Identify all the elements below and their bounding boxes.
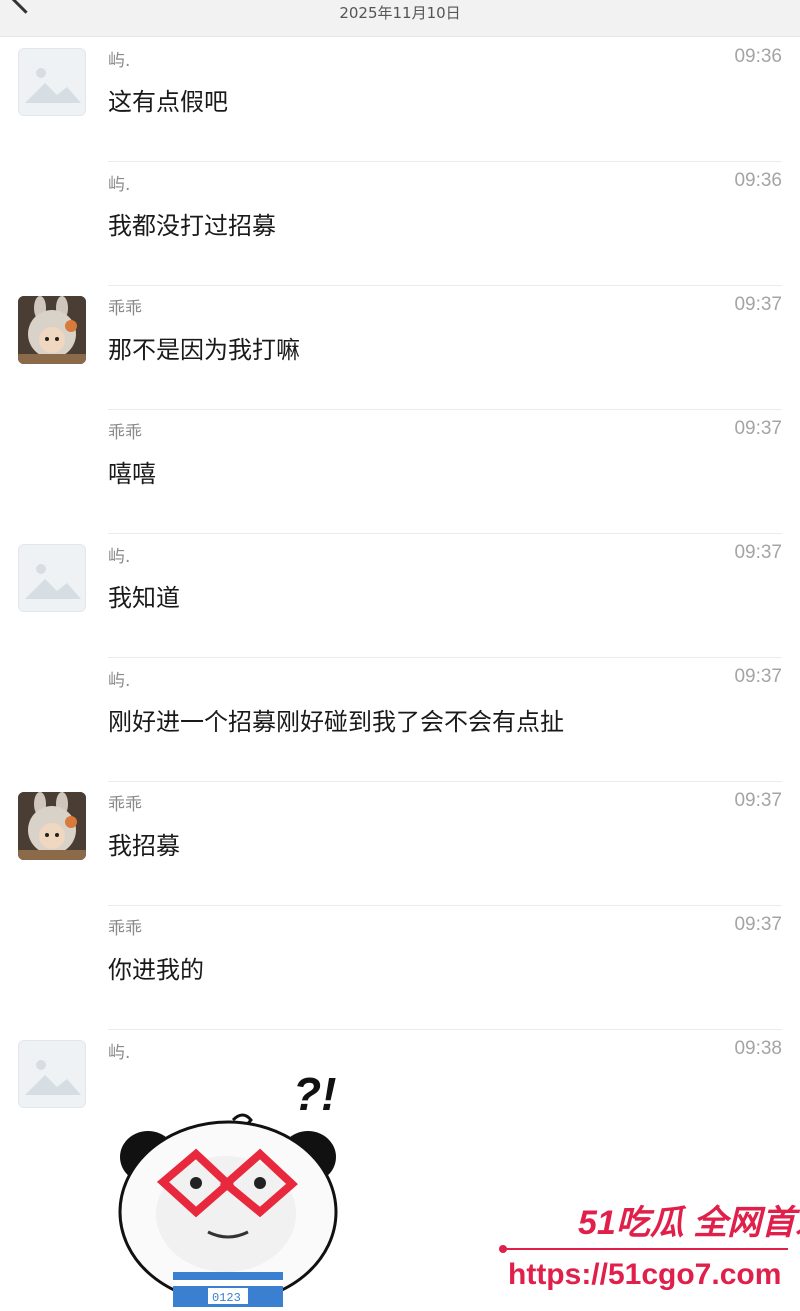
- plush-toy-avatar-icon: [18, 296, 86, 364]
- message-time: 09:37: [734, 294, 782, 315]
- avatar-photo[interactable]: [18, 792, 86, 860]
- sender-name: 乖乖: [108, 919, 142, 939]
- message-time: 09:38: [734, 1038, 782, 1059]
- message-text[interactable]: 我招募: [108, 826, 180, 861]
- sender-name: 乖乖: [108, 795, 142, 815]
- plush-toy-avatar-icon: [18, 792, 86, 860]
- sender-name: 屿.: [108, 51, 131, 71]
- sender-name: 乖乖: [108, 423, 142, 443]
- message-text[interactable]: 嘻嘻: [108, 454, 156, 489]
- message-text[interactable]: 刚好进一个招募刚好碰到我了会不会有点扯: [108, 702, 564, 737]
- message-text[interactable]: 你进我的: [108, 950, 204, 985]
- message-time: 09:37: [734, 542, 782, 563]
- avatar-placeholder[interactable]: [18, 48, 86, 116]
- panda-sticker-image[interactable]: ?! 0123: [108, 1062, 358, 1307]
- sender-name: 屿.: [108, 175, 131, 195]
- message-time: 09:37: [734, 418, 782, 439]
- message-time: 09:36: [734, 46, 782, 67]
- sender-name: 屿.: [108, 1043, 131, 1063]
- sender-name: 屿.: [108, 671, 131, 691]
- sticker-badge-text: 0123: [212, 1291, 241, 1305]
- avatar-placeholder[interactable]: [18, 1040, 86, 1108]
- chat-header: 2025年11月10日: [0, 0, 800, 37]
- avatar-photo[interactable]: [18, 296, 86, 364]
- message-row: 乖乖 09:37 嘻嘻: [0, 410, 800, 534]
- message-time: 09:37: [734, 914, 782, 935]
- message-row: 屿. 09:37 我知道: [0, 534, 800, 658]
- message-row: 屿. 09:37 刚好进一个招募刚好碰到我了会不会有点扯: [0, 658, 800, 782]
- avatar-placeholder[interactable]: [18, 544, 86, 612]
- message-row: 屿. 09:36 我都没打过招募: [0, 162, 800, 286]
- message-text[interactable]: 这有点假吧: [108, 82, 228, 117]
- message-time: 09:37: [734, 666, 782, 687]
- sticker-label: ?!: [293, 1068, 336, 1120]
- message-text[interactable]: 我知道: [108, 578, 180, 613]
- message-row: 乖乖 09:37 你进我的: [0, 906, 800, 1030]
- chat-date: 2025年11月10日: [339, 4, 461, 22]
- watermark-brand: 51吃瓜 全网首发: [578, 1204, 800, 1242]
- message-time: 09:37: [734, 790, 782, 811]
- message-row: 乖乖 09:37 那不是因为我打嘛: [0, 286, 800, 410]
- message-row: 屿. 09:36 这有点假吧: [0, 38, 800, 162]
- sender-name: 屿.: [108, 547, 131, 567]
- image-placeholder-icon: [25, 564, 81, 599]
- watermark-line: [499, 1245, 788, 1253]
- message-time: 09:36: [734, 170, 782, 191]
- message-text[interactable]: 我都没打过招募: [108, 206, 276, 241]
- message-text[interactable]: 那不是因为我打嘛: [108, 330, 300, 365]
- sender-name: 乖乖: [108, 299, 142, 319]
- image-placeholder-icon: [25, 1060, 81, 1095]
- message-row: 乖乖 09:37 我招募: [0, 782, 800, 906]
- watermark-url: https://51cgo7.com: [508, 1258, 782, 1291]
- image-placeholder-icon: [25, 68, 81, 103]
